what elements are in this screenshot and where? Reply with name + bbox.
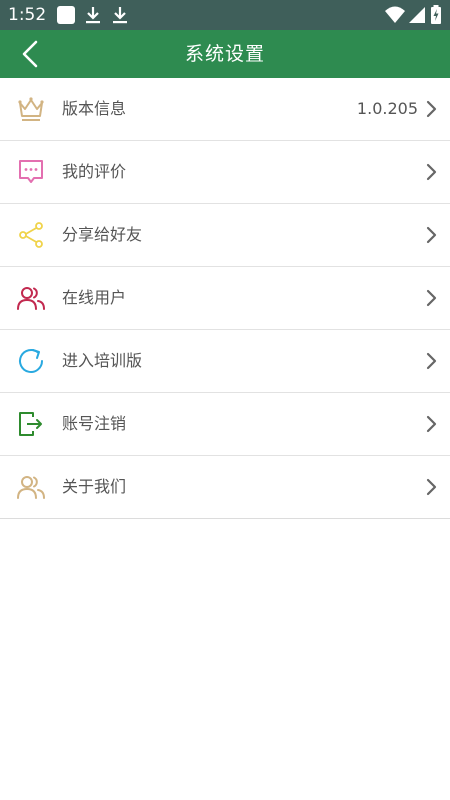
settings-item-version-info[interactable]: 版本信息 1.0.205 (0, 78, 450, 141)
wifi-icon (384, 5, 406, 29)
settings-item-label: 分享给好友 (62, 225, 143, 244)
settings-item-about-us[interactable]: 关于我们 (0, 456, 450, 518)
page-title: 系统设置 (184, 43, 265, 65)
settings-item-training-version[interactable]: 进入培训版 (0, 330, 450, 393)
users-icon (16, 283, 46, 313)
settings-list: 版本信息 1.0.205 我的评价 分享给好友 在线用户 进入培训版 账号注销 … (0, 78, 450, 519)
settings-item-my-review[interactable]: 我的评价 (0, 141, 450, 204)
download-icon (111, 5, 129, 29)
chevron-right-icon (424, 478, 438, 496)
square-notification-icon (56, 5, 76, 29)
users-icon (16, 472, 46, 502)
app-bar: 系统设置 (0, 30, 450, 78)
download-icon (84, 5, 102, 29)
refresh-icon (16, 346, 46, 376)
chevron-right-icon (424, 163, 438, 181)
chevron-right-icon (424, 352, 438, 370)
status-bar: 1:52 (0, 0, 450, 30)
settings-item-online-users[interactable]: 在线用户 (0, 267, 450, 330)
settings-screen: 1:52 系统设置 版本信息 1.0.205 我的评价 分享给好友 在线用户 进… (0, 0, 450, 800)
settings-item-share-friends[interactable]: 分享给好友 (0, 204, 450, 267)
share-icon (16, 220, 46, 250)
chevron-right-icon (424, 100, 438, 118)
comment-icon (16, 157, 46, 187)
chevron-right-icon (424, 226, 438, 244)
settings-item-label: 关于我们 (62, 477, 127, 496)
settings-item-label: 账号注销 (62, 414, 127, 433)
chevron-right-icon (424, 415, 438, 433)
battery-charging-icon (430, 5, 442, 29)
status-time: 1:52 (8, 5, 47, 25)
settings-item-label: 进入培训版 (62, 351, 143, 370)
chevron-right-icon (424, 289, 438, 307)
crown-icon (16, 94, 46, 124)
settings-item-label: 我的评价 (62, 162, 127, 181)
settings-item-label: 在线用户 (62, 288, 127, 307)
settings-item-label: 版本信息 (62, 99, 127, 118)
logout-icon (16, 409, 46, 439)
settings-item-account-deletion[interactable]: 账号注销 (0, 393, 450, 456)
version-value: 1.0.205 (356, 99, 418, 118)
signal-icon (408, 5, 426, 29)
